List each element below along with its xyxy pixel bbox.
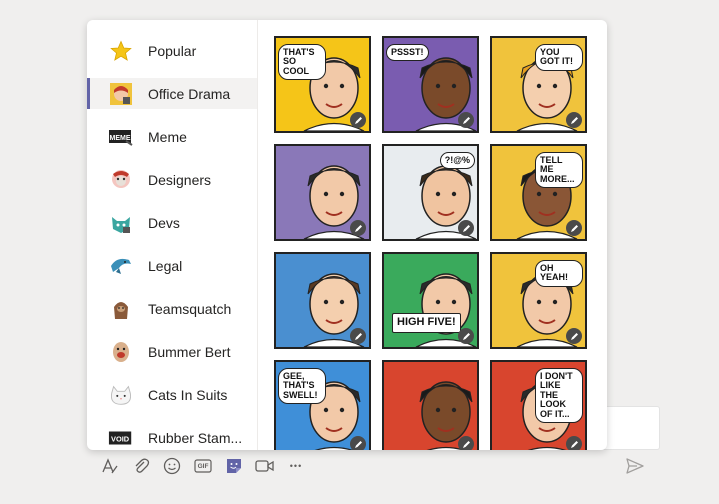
office-drama-icon	[108, 81, 134, 107]
sticker[interactable]: PSSST!	[382, 36, 479, 133]
edit-sticker-icon[interactable]	[458, 328, 474, 344]
sticker[interactable]: ?!@%	[382, 144, 479, 241]
edit-sticker-icon[interactable]	[350, 328, 366, 344]
compose-box[interactable]	[603, 406, 660, 450]
sticker[interactable]	[274, 144, 371, 241]
sticker[interactable]: I DON'T LIKE THE LOOK OF IT...	[490, 360, 587, 450]
sticker[interactable]	[274, 252, 371, 349]
sticker-grid: THAT'S SO COOL PSSST! YOU GOT IT! ?!@% TELL …	[257, 20, 607, 450]
format-button[interactable]	[100, 456, 120, 476]
sticker-category-devs[interactable]: Devs	[87, 207, 257, 238]
sticker-caption: PSSST!	[386, 44, 429, 62]
designers-icon	[108, 167, 134, 193]
send-icon	[626, 458, 644, 474]
sticker-category-label: Teamsquatch	[148, 300, 232, 317]
bummer-bert-icon	[108, 339, 134, 365]
emoji-icon	[163, 457, 181, 475]
edit-sticker-icon[interactable]	[350, 220, 366, 236]
sticker-caption: GEE, THAT'S SWELL!	[278, 368, 326, 405]
sticker-caption: THAT'S SO COOL	[278, 44, 326, 81]
edit-sticker-icon[interactable]	[458, 112, 474, 128]
sticker-caption: HIGH FIVE!	[392, 313, 461, 333]
sticker[interactable]: THAT'S SO COOL	[274, 36, 371, 133]
more-options-label: •••	[289, 461, 303, 471]
sticker[interactable]: GEE, THAT'S SWELL!	[274, 360, 371, 450]
sticker-category-label: Rubber Stam...	[148, 429, 243, 446]
more-options-button[interactable]: •••	[286, 456, 306, 476]
devs-icon	[108, 210, 134, 236]
sticker-category-meme[interactable]: MEME Meme	[87, 121, 257, 152]
compose-toolbar: GIF •••	[100, 455, 317, 477]
emoji-button[interactable]	[162, 456, 182, 476]
edit-sticker-icon[interactable]	[566, 436, 582, 450]
sticker[interactable]: YOU GOT IT!	[490, 36, 587, 133]
sticker-category-label: Legal	[148, 257, 183, 274]
sticker-category-label: Devs	[148, 214, 180, 231]
meme-icon: MEME	[108, 124, 134, 150]
send-button[interactable]	[625, 456, 645, 476]
star-icon	[108, 38, 134, 64]
sticker-category-cats-in-suits[interactable]: Cats In Suits	[87, 379, 257, 410]
gif-button[interactable]: GIF	[193, 456, 213, 476]
sticker-category-label: Popular	[148, 42, 197, 59]
edit-sticker-icon[interactable]	[350, 112, 366, 128]
sticker-picker: Popular Office Drama MEME Meme Designers Devs…	[87, 20, 607, 450]
sticker-category-label: Meme	[148, 128, 187, 145]
sticker-category-legal[interactable]: Legal	[87, 250, 257, 281]
format-icon	[101, 457, 119, 475]
meet-now-icon	[255, 458, 275, 474]
sticker-caption: YOU GOT IT!	[535, 44, 583, 71]
sticker-caption: OH YEAH!	[535, 260, 583, 287]
sticker[interactable]: TELL ME MORE...	[490, 144, 587, 241]
sticker-category-office-drama[interactable]: Office Drama	[87, 78, 257, 109]
svg-text:VOID: VOID	[111, 434, 130, 443]
attach-icon	[132, 457, 150, 475]
edit-sticker-icon[interactable]	[566, 112, 582, 128]
edit-sticker-icon[interactable]	[458, 220, 474, 236]
sticker-category-label: Designers	[148, 171, 212, 188]
sticker-icon	[225, 457, 243, 475]
legal-icon	[108, 253, 134, 279]
sticker[interactable]: OH YEAH!	[490, 252, 587, 349]
sticker-caption: ?!@%	[439, 152, 475, 170]
sticker-category-bummer-bert[interactable]: Bummer Bert	[87, 336, 257, 367]
sticker-category-list: Popular Office Drama MEME Meme Designers Devs…	[87, 20, 257, 450]
edit-sticker-icon[interactable]	[458, 436, 474, 450]
rubber-stamp-icon: VOID	[108, 425, 134, 451]
sticker-category-label: Cats In Suits	[148, 386, 228, 403]
edit-sticker-icon[interactable]	[566, 328, 582, 344]
sticker-caption: I DON'T LIKE THE LOOK OF IT...	[535, 368, 583, 424]
sticker-category-rubber-stam[interactable]: VOID Rubber Stam...	[87, 422, 257, 450]
sticker-category-label: Office Drama	[148, 85, 231, 102]
attach-button[interactable]	[131, 456, 151, 476]
meet-now-button[interactable]	[255, 456, 275, 476]
sticker-category-popular[interactable]: Popular	[87, 35, 257, 66]
teamsquatch-icon	[108, 296, 134, 322]
cats-in-suits-icon	[108, 382, 134, 408]
sticker-category-label: Bummer Bert	[148, 343, 231, 360]
sticker-category-designers[interactable]: Designers	[87, 164, 257, 195]
gif-label: GIF	[197, 462, 209, 470]
sticker-button[interactable]	[224, 456, 244, 476]
edit-sticker-icon[interactable]	[350, 436, 366, 450]
edit-sticker-icon[interactable]	[566, 220, 582, 236]
sticker-caption: TELL ME MORE...	[535, 152, 583, 189]
sticker[interactable]	[382, 360, 479, 450]
sticker-category-teamsquatch[interactable]: Teamsquatch	[87, 293, 257, 324]
sticker[interactable]: HIGH FIVE!	[382, 252, 479, 349]
